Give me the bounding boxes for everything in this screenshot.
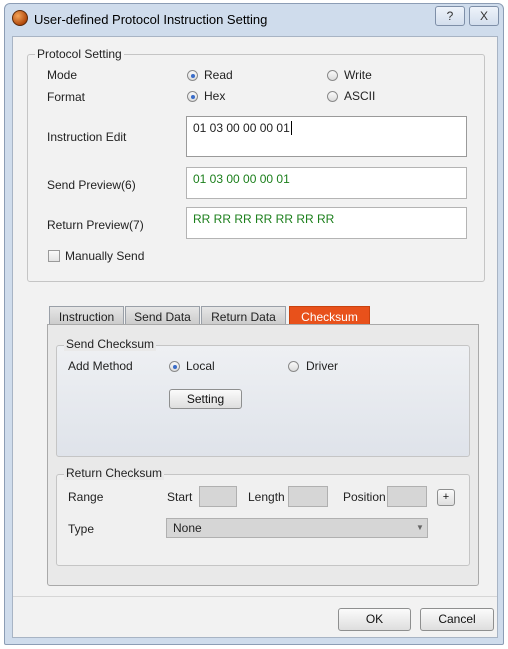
setting-button[interactable]: Setting bbox=[169, 389, 242, 409]
position-label: Position bbox=[343, 490, 386, 504]
plus-icon: + bbox=[442, 491, 450, 503]
return-checksum-title: Return Checksum bbox=[64, 466, 165, 480]
local-radio[interactable] bbox=[169, 361, 180, 372]
close-icon: X bbox=[479, 9, 488, 23]
manually-send-label[interactable]: Manually Send bbox=[65, 249, 144, 263]
type-select-value: None bbox=[173, 521, 202, 535]
window-title: User-defined Protocol Instruction Settin… bbox=[34, 12, 268, 27]
type-select[interactable]: None bbox=[166, 518, 428, 538]
send-preview-label: Send Preview(6) bbox=[47, 178, 136, 192]
tab-instruction[interactable]: Instruction bbox=[49, 306, 124, 326]
tab-checksum[interactable]: Checksum bbox=[289, 306, 370, 326]
protocol-setting-title: Protocol Setting bbox=[35, 47, 124, 61]
mode-label: Mode bbox=[47, 68, 78, 82]
chevron-down-icon[interactable]: ▼ bbox=[414, 519, 426, 537]
send-checksum-title: Send Checksum bbox=[64, 337, 157, 351]
range-label: Range bbox=[68, 490, 104, 504]
tab-send-data[interactable]: Send Data bbox=[125, 306, 200, 326]
format-ascii-radio[interactable] bbox=[327, 91, 338, 102]
footer-divider bbox=[13, 596, 497, 597]
mode-read-radio[interactable] bbox=[187, 70, 198, 81]
instruction-edit-input[interactable]: 01 03 00 00 00 01 bbox=[186, 116, 467, 157]
start-field[interactable] bbox=[199, 486, 237, 507]
add-range-button[interactable]: + bbox=[437, 489, 455, 506]
local-label[interactable]: Local bbox=[186, 359, 215, 373]
add-method-label: Add Method bbox=[68, 359, 133, 373]
text-cursor bbox=[290, 121, 292, 135]
driver-label[interactable]: Driver bbox=[306, 359, 338, 373]
return-preview-field: RR RR RR RR RR RR RR bbox=[186, 207, 467, 239]
position-field[interactable] bbox=[387, 486, 427, 507]
cancel-button[interactable]: Cancel bbox=[420, 608, 494, 631]
format-label: Format bbox=[47, 90, 86, 104]
close-button[interactable]: X bbox=[469, 6, 499, 26]
send-preview-field: 01 03 00 00 00 01 bbox=[186, 167, 467, 199]
type-label: Type bbox=[68, 522, 95, 536]
return-preview-label: Return Preview(7) bbox=[47, 218, 144, 232]
manually-send-checkbox[interactable] bbox=[48, 250, 60, 262]
start-label: Start bbox=[167, 490, 193, 504]
app-icon bbox=[12, 10, 28, 26]
length-label: Length bbox=[248, 490, 285, 504]
help-button[interactable]: ? bbox=[435, 6, 465, 26]
format-hex-radio[interactable] bbox=[187, 91, 198, 102]
length-field[interactable] bbox=[288, 486, 328, 507]
driver-radio[interactable] bbox=[288, 361, 299, 372]
instruction-edit-label: Instruction Edit bbox=[47, 130, 127, 144]
mode-write-label[interactable]: Write bbox=[344, 68, 372, 82]
ok-button[interactable]: OK bbox=[338, 608, 411, 631]
mode-write-radio[interactable] bbox=[327, 70, 338, 81]
format-hex-label[interactable]: Hex bbox=[204, 89, 225, 103]
tab-return-data[interactable]: Return Data bbox=[201, 306, 286, 326]
mode-read-label[interactable]: Read bbox=[204, 68, 233, 82]
format-ascii-label[interactable]: ASCII bbox=[344, 89, 375, 103]
help-icon: ? bbox=[446, 9, 454, 23]
instruction-edit-value: 01 03 00 00 00 01 bbox=[193, 121, 290, 135]
